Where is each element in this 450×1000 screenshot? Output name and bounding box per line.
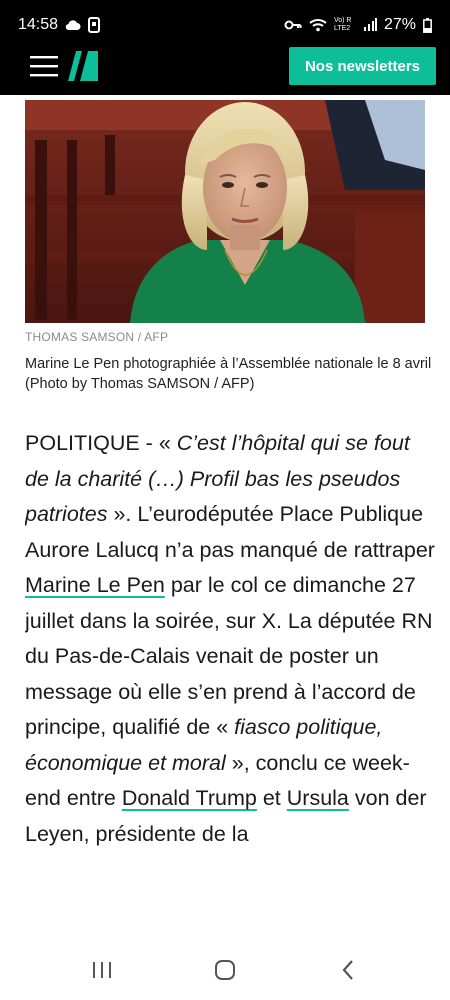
- status-left: 14:58: [18, 16, 101, 34]
- home-icon[interactable]: [195, 950, 255, 990]
- network-label: Vo) R LTE2: [333, 17, 352, 32]
- link-ursula[interactable]: Ursula: [287, 786, 349, 810]
- link-marine-le-pen[interactable]: Marine Le Pen: [25, 573, 165, 597]
- cloud-icon: [65, 19, 81, 31]
- article-photo: [25, 100, 425, 323]
- quote-close: »: [107, 502, 126, 526]
- link-donald-trump[interactable]: Donald Trump: [122, 786, 257, 810]
- status-right: Vo) R LTE2 27%: [284, 16, 432, 34]
- quote-open: «: [216, 715, 235, 739]
- section-label: POLITIQUE -: [25, 431, 159, 455]
- status-time: 14:58: [18, 16, 59, 33]
- header-left: [30, 51, 98, 81]
- quote-open: «: [158, 431, 177, 455]
- hamburger-icon[interactable]: [30, 54, 58, 78]
- signal-icon: [363, 18, 377, 32]
- recent-apps-icon[interactable]: [72, 950, 132, 990]
- photo-caption: Marine Le Pen photographiée à l’Assemblé…: [25, 356, 432, 392]
- key-icon: [284, 19, 302, 31]
- wifi-icon: [309, 18, 327, 32]
- huffpost-logo[interactable]: [68, 51, 98, 81]
- battery-icon: [423, 17, 432, 33]
- app-header: Nos newsletters: [0, 37, 450, 95]
- newsletter-button[interactable]: Nos newsletters: [288, 47, 436, 85]
- photo-credit: THOMAS SAMSON / AFP: [25, 330, 169, 344]
- back-icon[interactable]: [318, 950, 378, 990]
- quote-close: »: [225, 750, 244, 775]
- battery-percent: 27%: [383, 16, 416, 33]
- article-text: et: [256, 786, 287, 810]
- phone-screen-icon: [88, 17, 101, 33]
- article-body: POLITIQUE - « C’est l’hôpital qui se fou…: [25, 426, 435, 936]
- system-nav-bar: [0, 940, 450, 1000]
